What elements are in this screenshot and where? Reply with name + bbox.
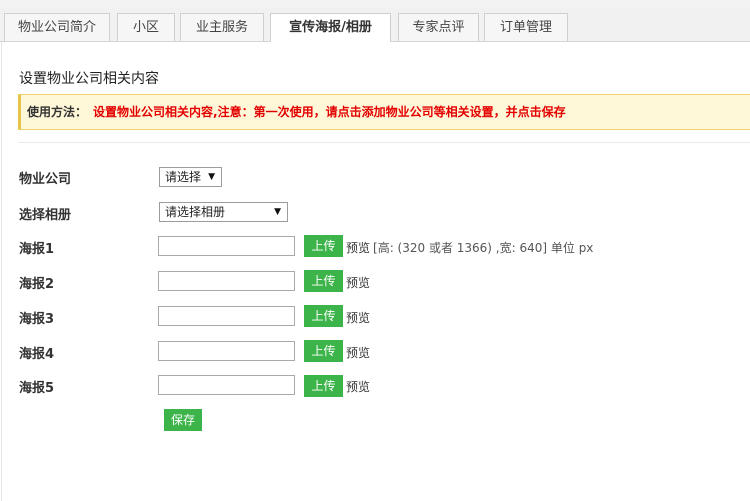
poster-1-label: 海报1: [19, 242, 55, 257]
poster-2-upload-button[interactable]: 上传: [304, 270, 343, 292]
company-select[interactable]: 请选择 ▼: [159, 167, 222, 187]
company-select-value: 请选择: [165, 170, 202, 184]
poster-1-upload-button[interactable]: 上传: [304, 235, 343, 257]
poster-5-label: 海报5: [19, 381, 55, 396]
poster-4-input[interactable]: [158, 341, 295, 361]
poster-1-preview-label[interactable]: 预览: [346, 241, 370, 255]
poster-1-preview: 预览 [高: (320 或者 1366) ,宽: 640] 单位 px: [346, 239, 593, 256]
album-select[interactable]: 请选择相册 ▼: [159, 202, 288, 222]
notice-label: 使用方法：: [27, 105, 88, 119]
poster-3-upload-button[interactable]: 上传: [304, 305, 343, 327]
notice-text: 设置物业公司相关内容,注意：第一次使用，请点击添加物业公司等相关设置，并点击保存: [93, 105, 566, 119]
album-select-value: 请选择相册: [165, 205, 226, 219]
album-label: 选择相册: [19, 208, 72, 223]
poster-5-input[interactable]: [158, 375, 295, 395]
poster-3-preview[interactable]: 预览: [346, 309, 370, 326]
tab-order-management[interactable]: 订单管理: [484, 13, 568, 41]
tab-company-intro[interactable]: 物业公司简介: [4, 13, 110, 41]
poster-4-preview[interactable]: 预览: [346, 344, 370, 361]
poster-1-input[interactable]: [158, 236, 295, 256]
poster-4-label: 海报4: [19, 347, 55, 362]
tab-community[interactable]: 小区: [117, 13, 175, 41]
poster-2-label: 海报2: [19, 277, 55, 292]
save-button[interactable]: 保存: [164, 409, 202, 431]
poster-5-preview[interactable]: 预览: [346, 378, 370, 395]
top-strip: [0, 0, 750, 8]
poster-4-upload-button[interactable]: 上传: [304, 340, 343, 362]
poster-2-preview[interactable]: 预览: [346, 274, 370, 291]
caret-down-icon: ▼: [274, 207, 281, 217]
poster-3-label: 海报3: [19, 312, 55, 327]
tab-expert-review[interactable]: 专家点评: [398, 13, 479, 41]
poster-3-input[interactable]: [158, 306, 295, 326]
company-label: 物业公司: [19, 172, 72, 187]
caret-down-icon: ▼: [208, 172, 215, 182]
section-divider: [18, 142, 750, 143]
usage-notice: 使用方法： 设置物业公司相关内容,注意：第一次使用，请点击添加物业公司等相关设置，…: [18, 94, 750, 130]
poster-2-input[interactable]: [158, 271, 295, 291]
poster-size-hint: [高: (320 或者 1366) ,宽: 640] 单位 px: [373, 241, 594, 255]
tab-poster-album[interactable]: 宣传海报/相册: [270, 13, 391, 42]
poster-5-upload-button[interactable]: 上传: [304, 375, 343, 397]
page-title: 设置物业公司相关内容: [19, 71, 159, 87]
tab-owner-service[interactable]: 业主服务: [180, 13, 264, 41]
tab-bar: 物业公司简介 小区 业主服务 宣传海报/相册 专家点评 订单管理: [0, 8, 750, 42]
